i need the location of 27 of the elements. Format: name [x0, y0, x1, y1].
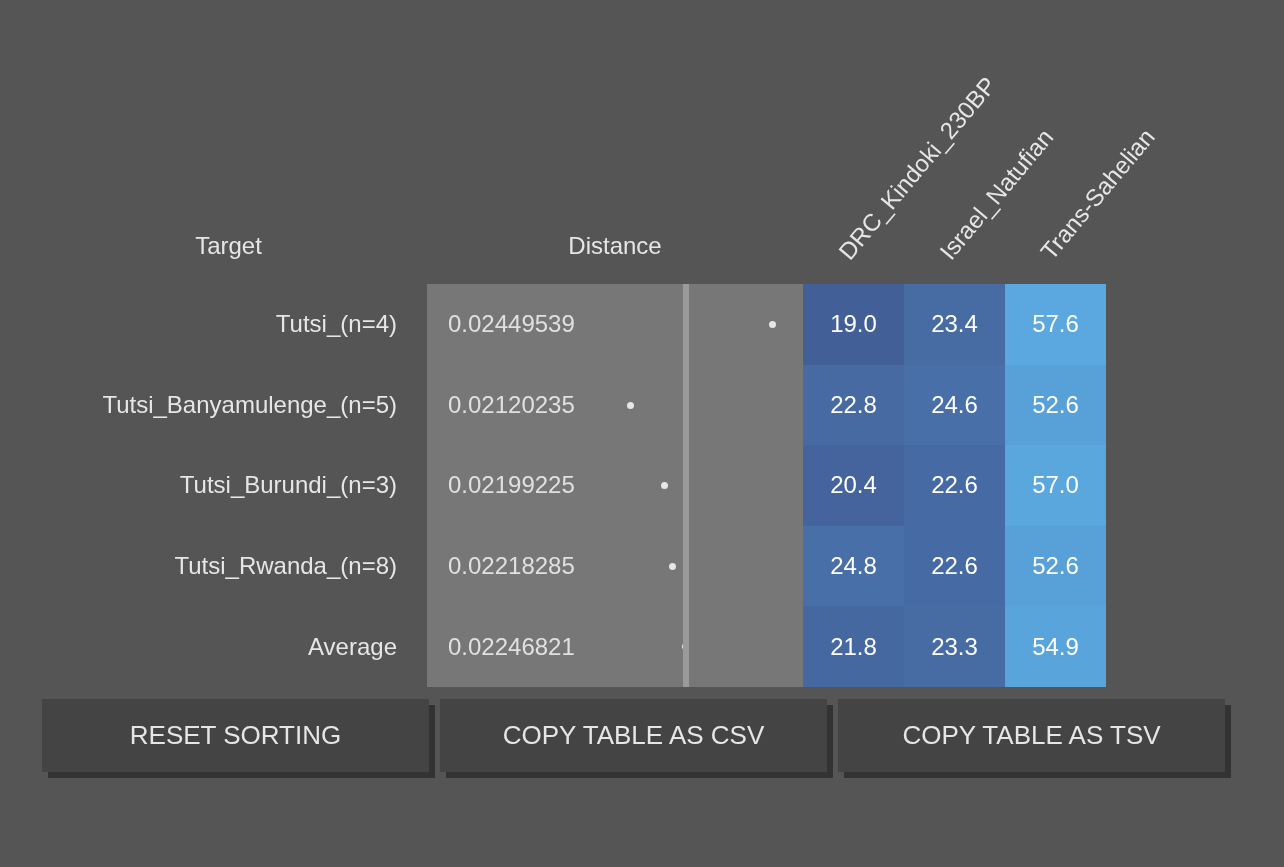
- heat-cell: 21.8: [803, 606, 904, 687]
- heat-cell: 24.6: [904, 364, 1005, 446]
- target-label: Tutsi_Burundi_(n=3): [179, 470, 397, 501]
- heat-cell: 20.4: [803, 445, 904, 526]
- heat-cell: 22.8: [803, 364, 904, 446]
- heat-cell: 23.4: [904, 284, 1005, 365]
- distance-value: 0.02246821: [448, 631, 575, 662]
- target-label: Average: [308, 631, 397, 662]
- column-header[interactable]: Target: [195, 228, 262, 264]
- heat-cell: 19.0: [803, 284, 904, 365]
- heat-cell: 52.6: [1005, 364, 1106, 446]
- distance-value: 0.02199225: [448, 470, 575, 501]
- target-label: Tutsi_Banyamulenge_(n=5): [102, 389, 397, 420]
- heat-cell: 57.6: [1005, 284, 1106, 365]
- distance-value: 0.02120235: [448, 389, 575, 420]
- heat-cell: 57.0: [1005, 445, 1106, 526]
- distance-value: 0.02218285: [448, 551, 575, 582]
- heat-cell: 52.6: [1005, 525, 1106, 607]
- target-label: Tutsi_Rwanda_(n=8): [174, 551, 397, 582]
- heat-cell: 24.8: [803, 525, 904, 607]
- column-header[interactable]: Distance: [568, 228, 662, 264]
- heat-cell: 23.3: [904, 606, 1005, 687]
- heat-cell: 22.6: [904, 445, 1005, 526]
- heat-cell: 54.9: [1005, 606, 1106, 687]
- heat-cell: 22.6: [904, 525, 1005, 607]
- distance-value: 0.02449539: [448, 309, 575, 340]
- target-label: Tutsi_(n=4): [275, 309, 397, 340]
